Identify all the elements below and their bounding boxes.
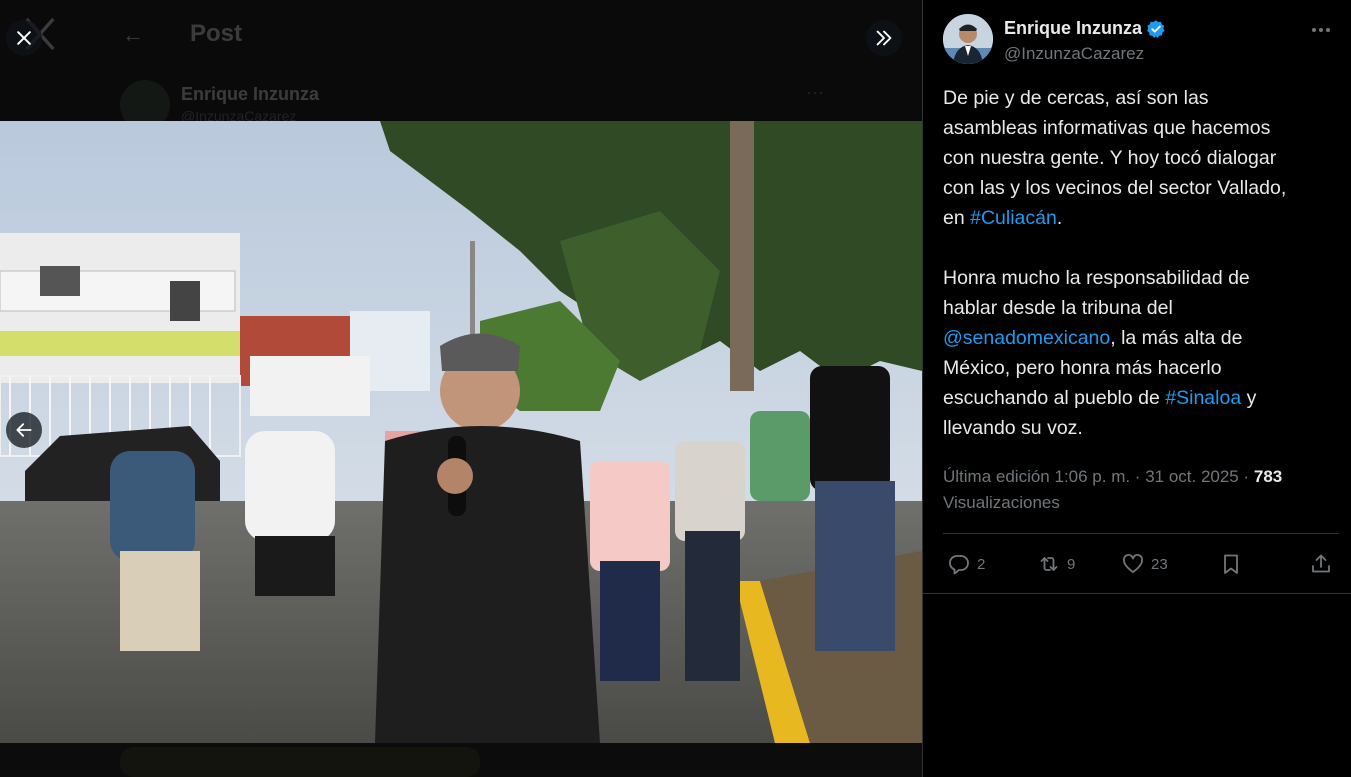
like-count: 23 — [1151, 555, 1168, 573]
hashtag-culiacan-link[interactable]: #Culiacán — [970, 207, 1057, 229]
post-text-line: De pie y de cercas, así son las — [943, 87, 1209, 109]
post-text-line: en #Culiacán. — [943, 203, 1343, 233]
post-text-line: con nuestra gente. Y hoy tocó dialogar — [943, 147, 1277, 169]
post-text-fragment: , la más alta de — [1110, 327, 1243, 349]
verified-badge-icon — [1147, 19, 1165, 38]
post-text-fragment: . — [1056, 207, 1063, 229]
post-text-line: llevando su voz. — [943, 417, 1083, 439]
post-meta: Última edición 1:06 p. m. · 31 oct. 2025… — [943, 464, 1343, 516]
reply-count: 2 — [977, 555, 986, 573]
author-row: Enrique Inzunza @InzunzaCazarez — [943, 14, 1341, 66]
post-text-fragment: escuchando al pueblo de — [943, 387, 1166, 409]
edited-timestamp[interactable]: Última edición 1:06 p. m. · 31 oct. 2025… — [943, 467, 1254, 486]
repost-icon — [1040, 557, 1058, 571]
avatar-image — [943, 14, 993, 64]
arrow-left-icon — [16, 423, 32, 437]
more-options-button[interactable] — [1307, 18, 1335, 42]
hashtag-sinaloa-link[interactable]: #Sinaloa — [1165, 387, 1241, 409]
previous-media-button[interactable] — [6, 412, 42, 448]
background-more-icon: ··· — [806, 82, 824, 102]
post-text-line: asambleas informativas que hacemos — [943, 117, 1271, 139]
like-icon — [1123, 554, 1143, 573]
author-name-row[interactable]: Enrique Inzunza — [1004, 18, 1166, 39]
media-bottom-strip — [0, 743, 922, 777]
mention-senado-link[interactable]: @senadomexicano — [943, 327, 1110, 349]
bookmark-icon — [1224, 554, 1238, 574]
close-button[interactable] — [6, 20, 42, 56]
post-text-line: @senadomexicano, la más alta de — [943, 323, 1343, 353]
post-text-line: México, pero honra más hacerlo — [943, 357, 1222, 379]
post-photo[interactable] — [0, 121, 922, 743]
author-handle[interactable]: @InzunzaCazarez — [1004, 44, 1144, 64]
background-author-name: Enrique Inzunza — [181, 84, 320, 104]
chevrons-right-icon — [876, 30, 892, 46]
repost-button[interactable]: 9 — [1037, 547, 1075, 581]
background-back-arrow-icon: ← — [122, 22, 144, 47]
post-text-line: escuchando al pueblo de #Sinaloa y — [943, 383, 1343, 413]
share-icon — [1312, 554, 1330, 573]
post-text: De pie y de cercas, así son las asamblea… — [943, 83, 1343, 443]
post-text-line: Honra mucho la responsabilidad de — [943, 267, 1250, 289]
post-text-fragment: y — [1241, 387, 1257, 409]
post-text-line: hablar desde la tribuna del — [943, 297, 1173, 319]
bookmark-button[interactable] — [1219, 547, 1243, 581]
post-text-line: con las y los vecinos del sector Vallado… — [943, 177, 1287, 199]
media-viewer: ← Post Enrique Inzunza @InzunzaCazarez ·… — [0, 0, 922, 777]
repost-count: 9 — [1067, 555, 1076, 573]
like-button[interactable]: 23 — [1121, 547, 1168, 581]
avatar[interactable] — [943, 14, 993, 64]
divider — [923, 593, 1351, 594]
post-text-fragment: en — [943, 207, 971, 229]
more-icon — [1312, 28, 1330, 32]
close-icon — [17, 31, 31, 45]
reply-button[interactable]: 2 — [947, 547, 985, 581]
action-bar: 2 9 23 — [943, 547, 1343, 581]
share-button[interactable] — [1309, 547, 1333, 581]
reply-icon — [949, 555, 969, 575]
post-detail-panel: Enrique Inzunza @InzunzaCazarez De pie y… — [922, 0, 1351, 777]
divider — [943, 533, 1339, 534]
views-count: 783 — [1253, 467, 1283, 486]
views-label: Visualizaciones — [943, 493, 1060, 512]
background-page-title: Post — [190, 20, 243, 47]
author-name[interactable]: Enrique Inzunza — [1004, 18, 1142, 39]
toggle-panel-button[interactable] — [866, 20, 902, 56]
